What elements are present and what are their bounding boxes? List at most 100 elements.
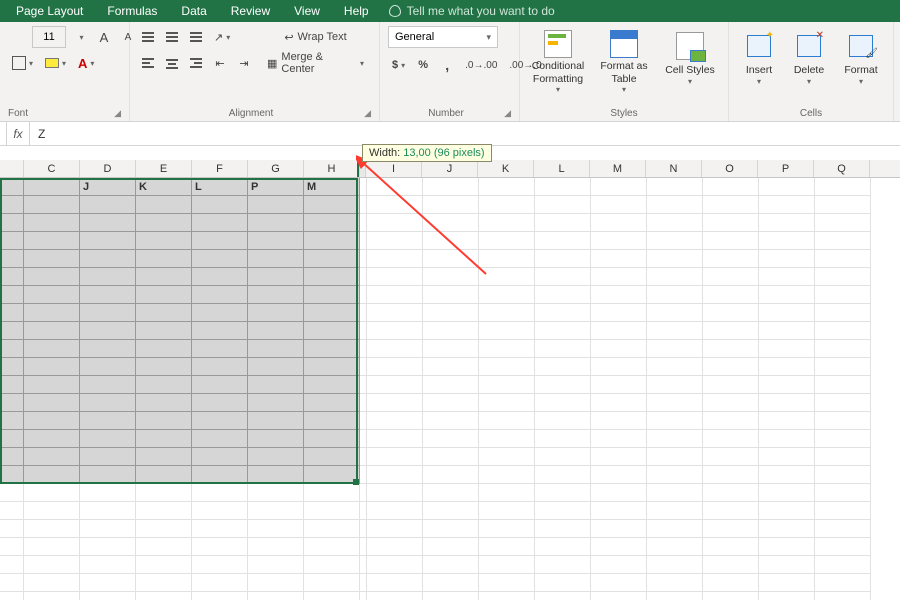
cell[interactable]	[0, 538, 24, 556]
cell[interactable]	[136, 556, 192, 574]
cell[interactable]	[535, 412, 591, 430]
cell[interactable]	[80, 448, 136, 466]
cell[interactable]	[24, 412, 80, 430]
cell[interactable]	[24, 574, 80, 592]
cell[interactable]	[80, 376, 136, 394]
cell[interactable]	[0, 412, 24, 430]
cell[interactable]	[647, 268, 703, 286]
cell[interactable]	[591, 448, 647, 466]
cell[interactable]	[304, 286, 360, 304]
cell[interactable]	[759, 484, 815, 502]
cell[interactable]	[304, 394, 360, 412]
cell[interactable]	[0, 232, 24, 250]
cell[interactable]	[647, 448, 703, 466]
cell[interactable]	[0, 466, 24, 484]
wrap-text-button[interactable]: ↩ Wrap Text	[260, 26, 371, 48]
column-headers[interactable]: CDEFGHIJKLMNOPQ	[0, 160, 900, 178]
cell[interactable]	[647, 412, 703, 430]
cell[interactable]	[24, 448, 80, 466]
cell[interactable]	[759, 394, 815, 412]
cell[interactable]	[759, 340, 815, 358]
cell[interactable]	[479, 430, 535, 448]
cell[interactable]	[192, 286, 248, 304]
cell[interactable]	[815, 430, 871, 448]
cell[interactable]	[360, 484, 367, 502]
delete-cells-button[interactable]: Delete▾	[787, 26, 831, 92]
cell[interactable]	[367, 304, 423, 322]
cell[interactable]	[24, 340, 80, 358]
cell[interactable]	[591, 286, 647, 304]
cell[interactable]	[647, 340, 703, 358]
cell[interactable]	[136, 232, 192, 250]
cell[interactable]	[136, 340, 192, 358]
cell[interactable]	[192, 376, 248, 394]
cell[interactable]	[815, 376, 871, 394]
cell[interactable]	[304, 574, 360, 592]
cell[interactable]	[423, 178, 479, 196]
font-launcher[interactable]: ◢	[114, 108, 121, 119]
cell[interactable]	[304, 322, 360, 340]
cell[interactable]	[759, 520, 815, 538]
cell[interactable]	[703, 196, 759, 214]
cell[interactable]	[304, 304, 360, 322]
cell[interactable]	[367, 538, 423, 556]
cell[interactable]	[360, 520, 367, 538]
formula-input[interactable]: Z	[30, 127, 900, 141]
cell[interactable]	[248, 394, 304, 412]
cell[interactable]	[360, 394, 367, 412]
cell[interactable]	[591, 592, 647, 600]
cell[interactable]	[815, 556, 871, 574]
cell[interactable]	[248, 286, 304, 304]
cell[interactable]	[479, 214, 535, 232]
cell[interactable]	[647, 430, 703, 448]
cell[interactable]	[423, 340, 479, 358]
cell[interactable]	[535, 250, 591, 268]
cell[interactable]	[647, 484, 703, 502]
cell[interactable]	[304, 538, 360, 556]
cell[interactable]	[80, 412, 136, 430]
cell[interactable]	[759, 268, 815, 286]
tell-me-search[interactable]: Tell me what you want to do	[381, 4, 555, 18]
cell[interactable]	[535, 502, 591, 520]
cell[interactable]	[367, 394, 423, 412]
cell[interactable]	[815, 466, 871, 484]
cell[interactable]	[360, 574, 367, 592]
cell[interactable]	[367, 250, 423, 268]
cell[interactable]: J	[80, 178, 136, 196]
cell[interactable]	[703, 322, 759, 340]
cell[interactable]	[759, 358, 815, 376]
cell[interactable]	[80, 232, 136, 250]
cell[interactable]	[0, 484, 24, 502]
cell[interactable]	[535, 448, 591, 466]
tab-review[interactable]: Review	[219, 4, 282, 18]
cell[interactable]	[759, 232, 815, 250]
column-header-P[interactable]: P	[758, 160, 814, 177]
column-header-D[interactable]: D	[80, 160, 136, 177]
cell[interactable]	[759, 574, 815, 592]
cell[interactable]	[24, 520, 80, 538]
cell[interactable]	[591, 340, 647, 358]
cell[interactable]	[479, 376, 535, 394]
cell[interactable]	[703, 466, 759, 484]
cell[interactable]	[367, 466, 423, 484]
cell[interactable]	[423, 322, 479, 340]
cell[interactable]	[0, 250, 24, 268]
cell[interactable]	[80, 286, 136, 304]
cell[interactable]	[367, 376, 423, 394]
cell[interactable]	[192, 484, 248, 502]
cell[interactable]	[647, 502, 703, 520]
cell[interactable]	[535, 394, 591, 412]
cell[interactable]	[647, 322, 703, 340]
cell[interactable]	[423, 484, 479, 502]
cell[interactable]	[423, 412, 479, 430]
cell[interactable]	[703, 520, 759, 538]
cell[interactable]	[248, 232, 304, 250]
cell[interactable]	[815, 520, 871, 538]
cell[interactable]	[136, 430, 192, 448]
cell[interactable]	[24, 484, 80, 502]
cell[interactable]	[535, 286, 591, 304]
cell[interactable]	[24, 304, 80, 322]
align-middle-button[interactable]	[162, 26, 182, 48]
cell[interactable]	[304, 448, 360, 466]
cell[interactable]	[24, 232, 80, 250]
